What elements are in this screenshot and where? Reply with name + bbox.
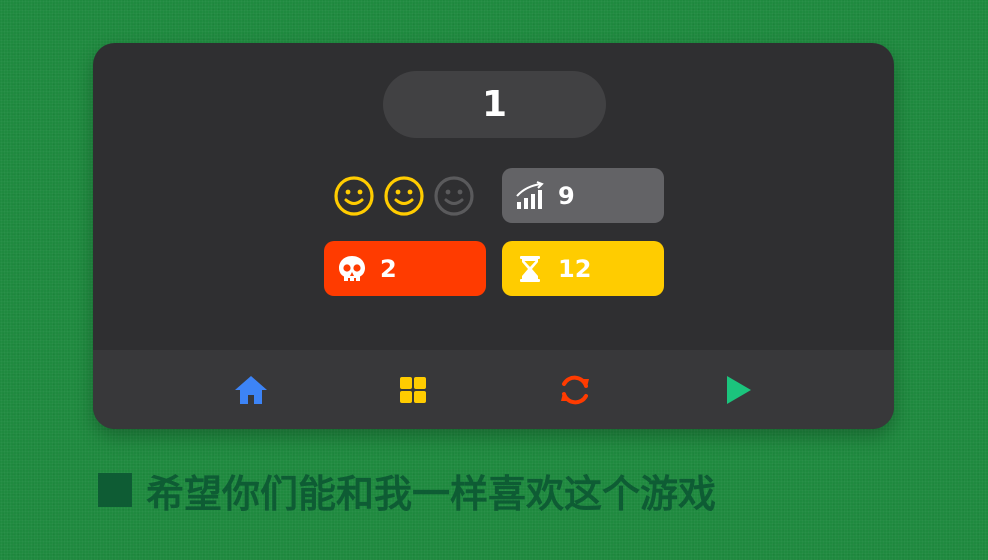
play-icon[interactable] — [719, 372, 755, 408]
level-number: 1 — [481, 84, 508, 125]
caption-text: 希望你们能和我一样喜欢这个游戏 — [146, 471, 717, 516]
signal-bars-icon — [516, 180, 544, 209]
smiley-face-2-icon — [384, 176, 424, 216]
level-complete-panel: 1 9 2 12 — [93, 43, 894, 429]
smiley-face-3-icon — [434, 176, 474, 216]
time-value: 12 — [558, 254, 592, 283]
deaths-stat: 2 — [324, 241, 486, 296]
deaths-value: 2 — [380, 254, 397, 283]
progress-stat: 9 — [502, 168, 664, 223]
progress-value: 9 — [558, 181, 575, 210]
hourglass-icon — [520, 255, 540, 282]
grid-icon[interactable] — [395, 372, 431, 408]
home-icon[interactable] — [233, 372, 269, 408]
skull-icon — [339, 255, 365, 281]
caption: 希望你们能和我一样喜欢这个游戏 — [98, 466, 716, 516]
star-rating — [333, 175, 475, 217]
restart-icon[interactable] — [557, 372, 593, 408]
smiley-face-1-icon — [334, 176, 374, 216]
bottom-nav — [93, 350, 894, 429]
level-number-badge: 1 — [383, 71, 606, 138]
time-stat: 12 — [502, 241, 664, 296]
caption-bullet-square — [98, 473, 132, 507]
